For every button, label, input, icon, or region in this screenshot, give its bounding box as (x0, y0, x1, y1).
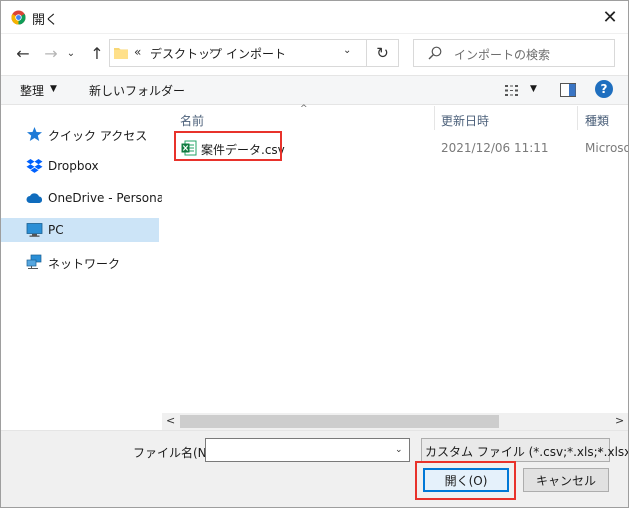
column-divider[interactable] (434, 106, 435, 130)
back-button[interactable]: ← (12, 42, 34, 64)
breadcrumb-separator-icon[interactable]: › (209, 44, 214, 58)
refresh-icon: ↻ (376, 44, 389, 62)
search-icon (428, 46, 442, 60)
chrome-app-icon (11, 10, 26, 25)
sidebar-item-pc[interactable]: PC (1, 218, 159, 242)
star-icon (27, 127, 42, 141)
address-dropdown-icon[interactable]: ⌄ (343, 45, 351, 56)
breadcrumb-overflow-icon[interactable]: « (134, 45, 141, 59)
cancel-button[interactable]: キャンセル (523, 468, 609, 492)
refresh-button[interactable]: ↻ (367, 39, 399, 67)
breadcrumb-import[interactable]: インポート (226, 45, 286, 62)
up-arrow-icon: ↑ (90, 43, 104, 63)
sidebar-item-label: Dropbox (48, 159, 99, 173)
window-title: 開く (32, 13, 59, 28)
recent-locations-button[interactable]: ⌄ (64, 46, 78, 60)
filename-input[interactable] (205, 438, 410, 462)
filetype-dropdown-icon[interactable]: ⌄ (596, 445, 604, 455)
sidebar-item-onedrive[interactable]: OneDrive - Personal (1, 186, 167, 210)
organize-caret-icon[interactable]: ▼ (50, 84, 57, 94)
scrollbar-thumb[interactable] (180, 415, 499, 428)
sort-ascending-icon: ^ (300, 104, 308, 114)
sidebar-item-label: ネットワーク (48, 257, 121, 271)
sidebar-item-quick-access[interactable]: クイック アクセス (1, 122, 159, 146)
sidebar-item-label: PC (48, 223, 64, 237)
search-placeholder: インポートの検索 (454, 48, 551, 62)
file-modified-date: 2021/12/06 11:11 (441, 141, 549, 155)
view-options-icon[interactable] (505, 84, 521, 97)
preview-pane-icon[interactable] (560, 83, 576, 97)
sidebar-item-label: クイック アクセス (48, 129, 148, 143)
forward-arrow-icon: → (44, 43, 58, 63)
folder-icon (114, 48, 128, 59)
network-icon (26, 254, 42, 269)
up-button[interactable]: ↑ (86, 42, 108, 64)
address-bar[interactable]: « デスクトップ › インポート ⌄ (109, 39, 367, 67)
sidebar-item-label: OneDrive - Personal (48, 191, 168, 205)
chevron-down-icon: ⌄ (66, 47, 76, 59)
column-divider[interactable] (577, 106, 578, 130)
scroll-right-icon[interactable]: > (615, 414, 624, 427)
close-icon: ✕ (602, 6, 618, 28)
close-button[interactable]: ✕ (595, 4, 625, 30)
column-header-date[interactable]: 更新日時 (441, 112, 489, 129)
new-folder-button[interactable]: 新しいフォルダー (89, 82, 185, 99)
search-input[interactable]: インポートの検索 (413, 39, 615, 67)
sidebar-item-dropbox[interactable]: Dropbox (1, 154, 159, 178)
back-arrow-icon: ← (16, 43, 30, 63)
forward-button[interactable]: → (40, 42, 62, 64)
column-header-type[interactable]: 種類 (585, 112, 609, 129)
organize-button[interactable]: 整理 (20, 82, 44, 99)
highlight-box-file (174, 131, 282, 161)
filename-dropdown-icon[interactable]: ⌄ (395, 445, 403, 455)
navigation-pane: クイック アクセス Dropbox OneDrive - Personal PC (1, 106, 167, 428)
dropbox-icon (26, 159, 43, 173)
scroll-left-icon[interactable]: < (166, 414, 175, 427)
help-icon[interactable]: ? (595, 80, 613, 98)
file-type: Microso (585, 141, 629, 155)
filename-label: ファイル名(N): (133, 446, 216, 460)
column-header-name[interactable]: 名前 (180, 112, 204, 129)
view-caret-icon[interactable]: ▼ (530, 84, 537, 94)
highlight-box-open (415, 461, 516, 500)
title-bar (0, 0, 629, 34)
sidebar-item-network[interactable]: ネットワーク (1, 250, 159, 274)
computer-icon (26, 223, 43, 237)
cloud-icon (26, 193, 43, 203)
